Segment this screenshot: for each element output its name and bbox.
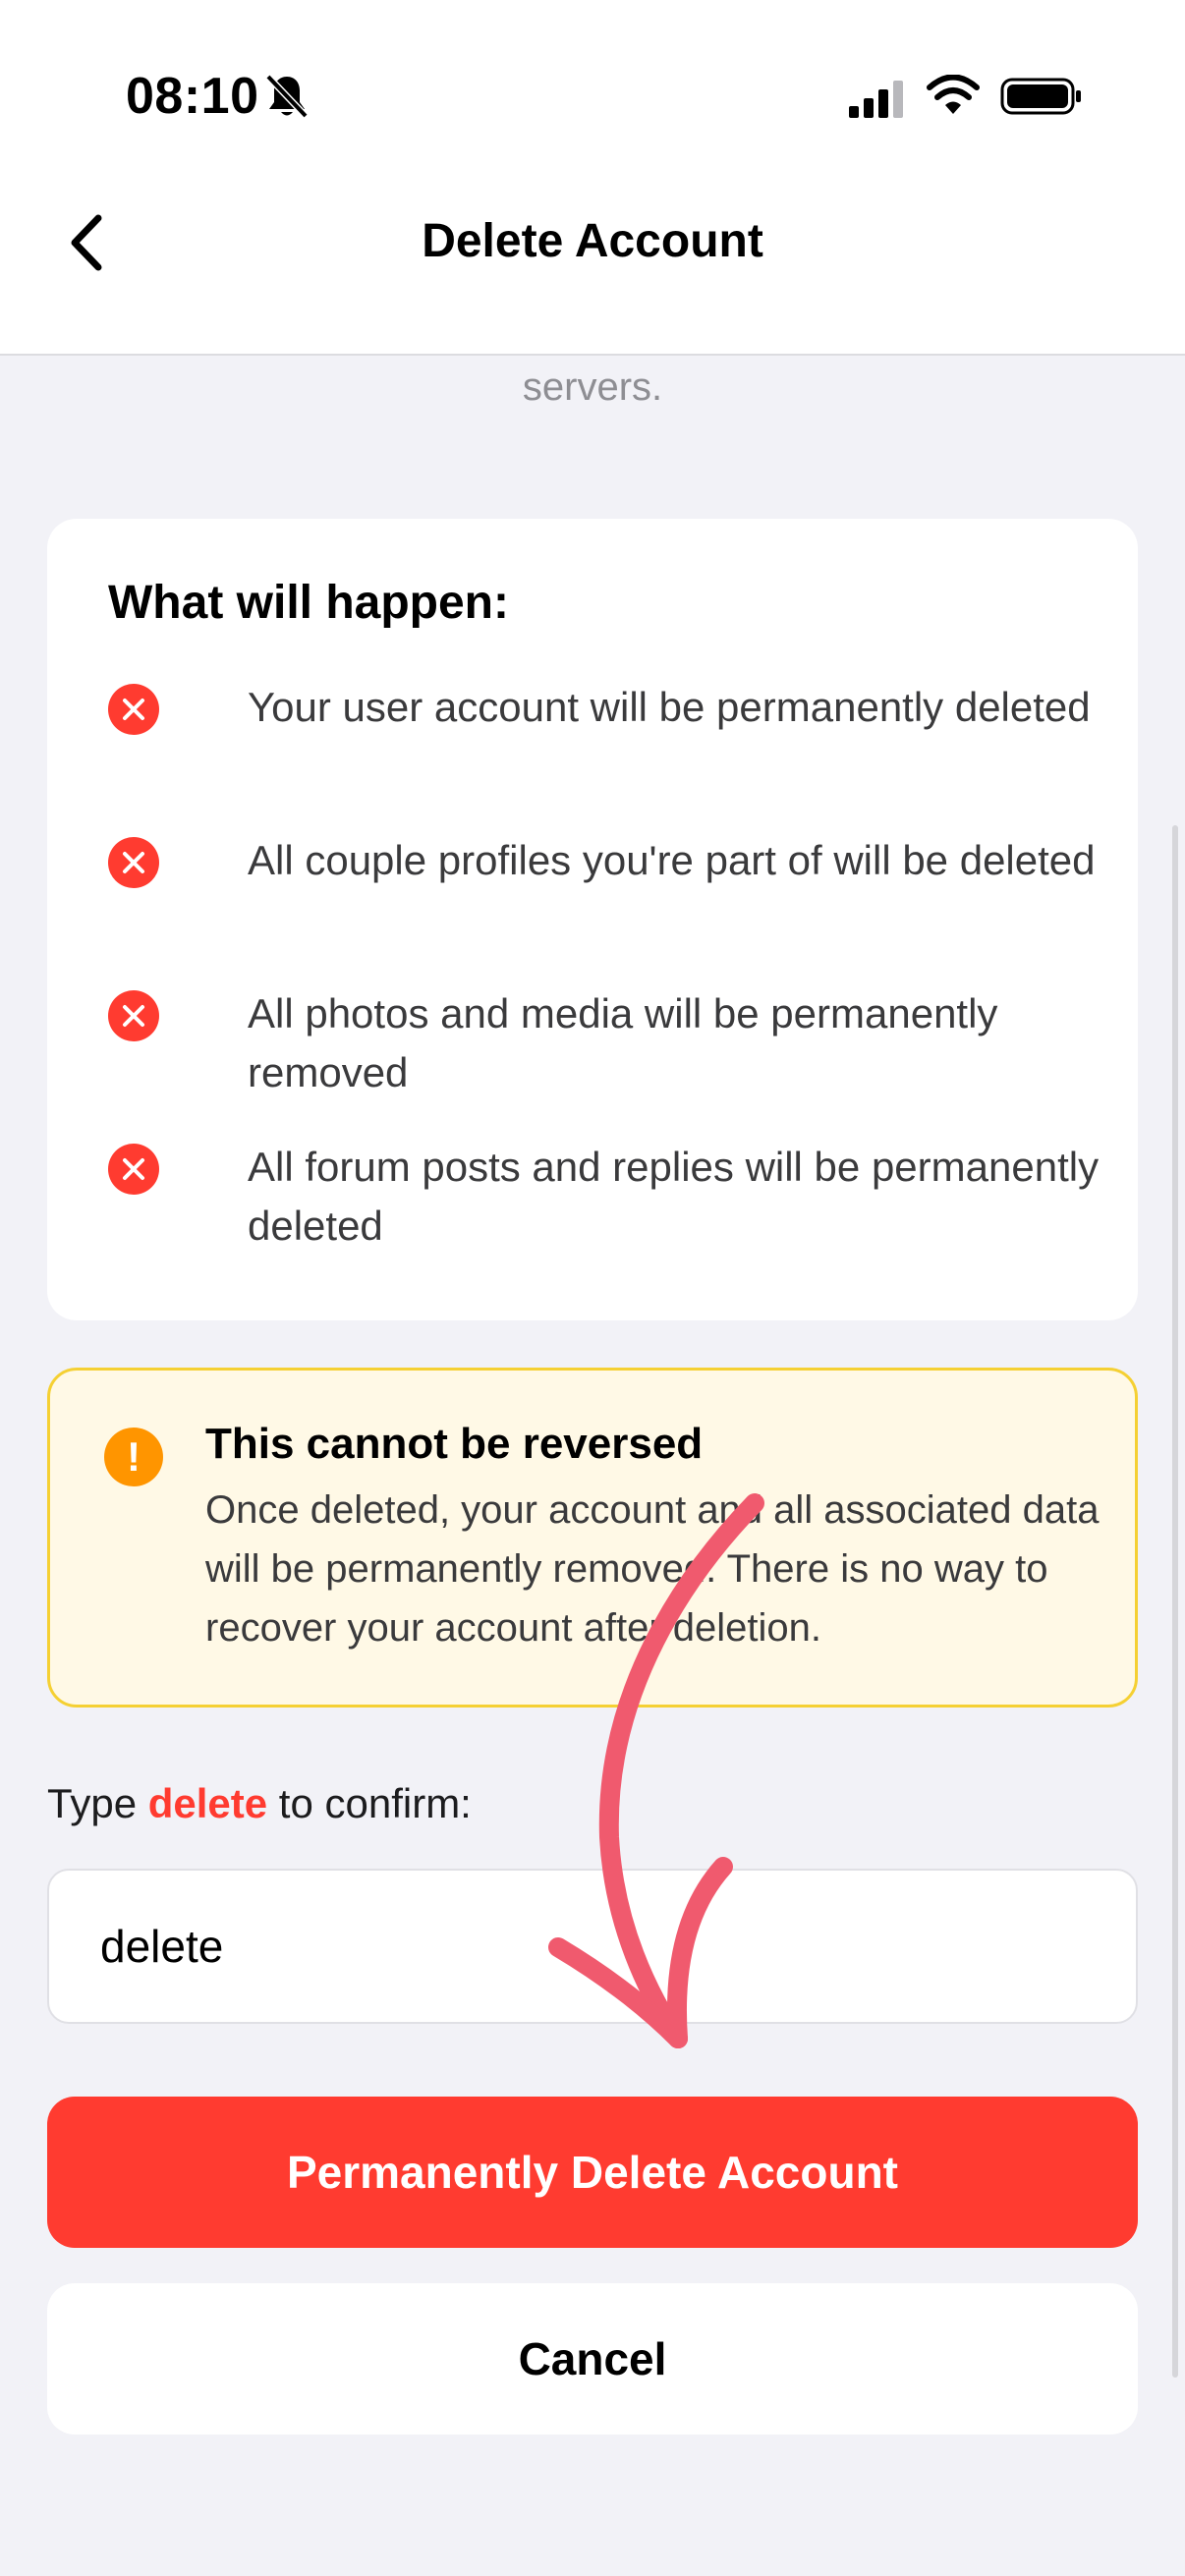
confirm-input[interactable]: delete [47,1869,1138,2024]
confirm-label-suffix: to confirm: [267,1780,472,1826]
x-circle-icon [108,837,159,888]
x-circle-icon [108,990,159,1041]
confirm-label-prefix: Type [47,1780,148,1826]
confirm-keyword: delete [147,1780,268,1826]
page-title: Delete Account [422,215,763,267]
list-item-text: All photos and media will be permanently… [248,990,998,1095]
list-item-text: Your user account will be permanently de… [248,684,1091,730]
list-item-text: All forum posts and replies will be perm… [248,1144,1100,1249]
status-time: 08:10 [126,68,259,125]
intro-text-tail: servers. [522,365,663,409]
cancel-button[interactable]: Cancel [47,2283,1138,2435]
battery-icon [1000,78,1081,115]
signal-icon [849,81,903,118]
scrollbar[interactable] [1172,825,1178,2378]
exclamation-circle-icon: ! [104,1428,163,1486]
warning-title: This cannot be reversed [205,1420,704,1468]
confirm-input-value: delete [100,1921,224,1972]
consequences-heading: What will happen: [108,577,509,629]
warning-body: Once deleted, your account and all assoc… [205,1488,1100,1650]
x-circle-icon [108,1144,159,1195]
bell-slash-icon [265,74,309,119]
consequences-card: What will happen: Your user account will… [47,519,1138,1320]
navigation-bar [0,187,1185,356]
list-item-text: All couple profiles you're part of will … [248,837,1096,883]
x-circle-icon [108,684,159,735]
wifi-icon [927,75,980,114]
permanently-delete-button[interactable]: Permanently Delete Account [47,2097,1138,2248]
warning-box: ! This cannot be reversed Once deleted, … [47,1368,1138,1708]
confirm-label: Type delete to confirm: [47,1780,472,1827]
